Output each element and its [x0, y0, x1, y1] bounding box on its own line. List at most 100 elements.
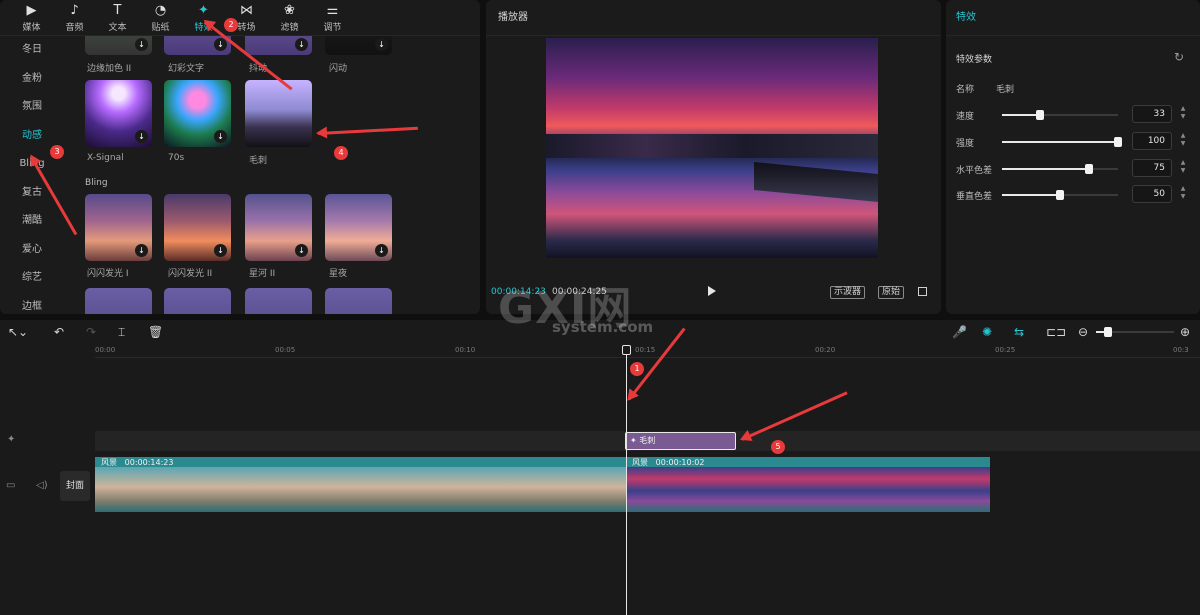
zoom-in-icon[interactable]: ⊕ — [1180, 325, 1190, 339]
param-label: 速度 — [956, 112, 975, 122]
tab-sticker[interactable]: ◔ 贴纸 — [139, 0, 182, 36]
intensity-input[interactable]: 100 — [1132, 132, 1172, 150]
playhead[interactable] — [626, 346, 627, 615]
name-label: 名称 — [956, 85, 975, 95]
clip-duration: 00:00:10:02 — [655, 458, 705, 467]
param-label: 强度 — [956, 139, 975, 149]
microphone-icon[interactable]: 🎤 — [952, 325, 967, 339]
download-icon[interactable]: ↓ — [214, 244, 227, 257]
preview-axis-icon[interactable]: ⊏⊐ — [1046, 325, 1066, 339]
download-icon[interactable]: ↓ — [214, 38, 227, 51]
vertical-aberration-input[interactable]: 50 — [1132, 185, 1172, 203]
speed-slider[interactable] — [1002, 110, 1118, 120]
time-ruler[interactable]: 00:00 00:05 00:10 00:15 00:20 00:25 00:3 — [95, 344, 1200, 358]
slider-knob[interactable] — [1085, 164, 1093, 174]
effect-label: 星夜 — [329, 269, 348, 279]
effect-thumbnail[interactable] — [245, 288, 312, 314]
effect-thumbnail[interactable] — [85, 288, 152, 314]
download-icon[interactable]: ↓ — [135, 38, 148, 51]
fullscreen-icon[interactable] — [918, 287, 927, 296]
effect-thumbnail-selected[interactable] — [245, 80, 312, 147]
video-preview[interactable] — [546, 38, 878, 258]
horizontal-aberration-input[interactable]: 75 — [1132, 159, 1172, 177]
effect-thumbnail[interactable]: ↓ — [245, 194, 312, 261]
playhead-handle[interactable] — [622, 345, 631, 355]
video-clip[interactable]: 风景 00:00:14:23 — [95, 457, 626, 512]
zoom-slider[interactable] — [1096, 327, 1174, 337]
category-item[interactable]: 冬日 — [0, 36, 64, 65]
tab-text[interactable]: T 文本 — [96, 0, 139, 36]
ruler-tick: 00:20 — [815, 346, 836, 354]
slider-knob[interactable] — [1036, 110, 1045, 120]
download-icon[interactable]: ↓ — [295, 38, 308, 51]
delete-icon[interactable]: 🗑 — [148, 325, 163, 339]
select-tool-icon[interactable]: ↖⌄ — [8, 325, 28, 339]
clip-name: 风景 — [632, 458, 648, 467]
tab-media[interactable]: ▶ 媒体 — [10, 0, 53, 36]
adjust-icon: ⚌ — [326, 2, 339, 18]
annotation-badge: 5 — [771, 440, 785, 454]
tab-filter[interactable]: ❀ 滤镜 — [268, 0, 311, 36]
slider-knob[interactable] — [1104, 327, 1112, 337]
tab-adjust[interactable]: ⚌ 调节 — [311, 0, 354, 36]
effect-label: 毛刺 — [249, 156, 268, 166]
split-icon[interactable]: ⌶ — [118, 325, 125, 340]
transition-icon: ⋈ — [240, 2, 253, 18]
magnet-icon[interactable]: ✺ — [982, 325, 992, 339]
category-item[interactable]: 复古 — [0, 179, 64, 208]
intensity-slider[interactable] — [1002, 137, 1122, 147]
effect-thumbnail[interactable]: ↓ — [325, 36, 392, 55]
ruler-tick: 00:10 — [455, 346, 476, 354]
download-icon[interactable]: ↓ — [375, 38, 388, 51]
effect-thumbnail[interactable]: ↓ — [85, 194, 152, 261]
download-icon[interactable]: ↓ — [135, 244, 148, 257]
download-icon[interactable]: ↓ — [135, 130, 148, 143]
link-icon[interactable]: ⇆ — [1014, 325, 1024, 339]
properties-tab[interactable]: 特效 — [946, 0, 1200, 36]
effect-thumbnail[interactable] — [164, 288, 231, 314]
effect-thumbnail[interactable]: ↓ — [164, 194, 231, 261]
speed-input[interactable]: 33 — [1132, 105, 1172, 123]
effect-thumbnail[interactable]: ↓ — [164, 80, 231, 147]
effect-thumbnail[interactable]: ↓ — [85, 36, 152, 55]
redo-icon[interactable]: ↷ — [86, 325, 96, 339]
effect-thumbnail[interactable] — [325, 288, 392, 314]
zoom-out-icon[interactable]: ⊖ — [1078, 325, 1088, 339]
stepper-arrows[interactable]: ▲ ▼ — [1178, 105, 1188, 123]
filter-icon: ❀ — [284, 2, 295, 18]
slider-knob[interactable] — [1114, 137, 1122, 147]
effect-thumbnail[interactable]: ↓ — [325, 194, 392, 261]
download-icon[interactable]: ↓ — [214, 130, 227, 143]
category-item[interactable]: 潮酷 — [0, 207, 64, 236]
preview-mountains — [546, 134, 878, 158]
category-item[interactable]: 氛围 — [0, 93, 64, 122]
slider-knob[interactable] — [1056, 190, 1064, 200]
audio-mute-icon[interactable]: ◁) — [36, 480, 48, 491]
video-clip[interactable]: 风景 00:00:10:02 — [626, 457, 990, 512]
effect-thumbnail[interactable]: ↓ — [245, 36, 312, 55]
preview-pier — [754, 162, 878, 202]
stepper-arrows[interactable]: ▲ ▼ — [1178, 132, 1188, 150]
effect-clip[interactable]: ✦ 毛刺 — [625, 432, 736, 450]
cover-button[interactable]: 封面 — [60, 471, 90, 501]
effect-label: 闪闪发光 II — [168, 269, 213, 279]
param-label: 垂直色差 — [956, 192, 993, 202]
play-icon[interactable] — [708, 286, 716, 296]
stepper-arrows[interactable]: ▲ ▼ — [1178, 185, 1188, 203]
category-item[interactable]: 边框 — [0, 293, 64, 315]
stepper-arrows[interactable]: ▲ ▼ — [1178, 159, 1188, 177]
original-ratio-button[interactable]: 原始 — [878, 286, 905, 299]
effect-thumbnail[interactable]: ↓ — [85, 80, 152, 147]
vertical-aberration-slider[interactable] — [1002, 190, 1118, 200]
effect-thumbnail[interactable]: ↓ — [164, 36, 231, 55]
category-item[interactable]: 综艺 — [0, 264, 64, 293]
reset-icon[interactable]: ↻ — [1174, 50, 1184, 64]
oscilloscope-button[interactable]: 示波器 — [830, 286, 866, 299]
download-icon[interactable]: ↓ — [295, 244, 308, 257]
download-icon[interactable]: ↓ — [375, 244, 388, 257]
tab-audio[interactable]: ♪ 音频 — [53, 0, 96, 36]
horizontal-aberration-slider[interactable] — [1002, 164, 1118, 174]
category-item[interactable]: 爱心 — [0, 236, 64, 265]
category-item[interactable]: 金粉 — [0, 65, 64, 94]
undo-icon[interactable]: ↶ — [54, 325, 64, 339]
